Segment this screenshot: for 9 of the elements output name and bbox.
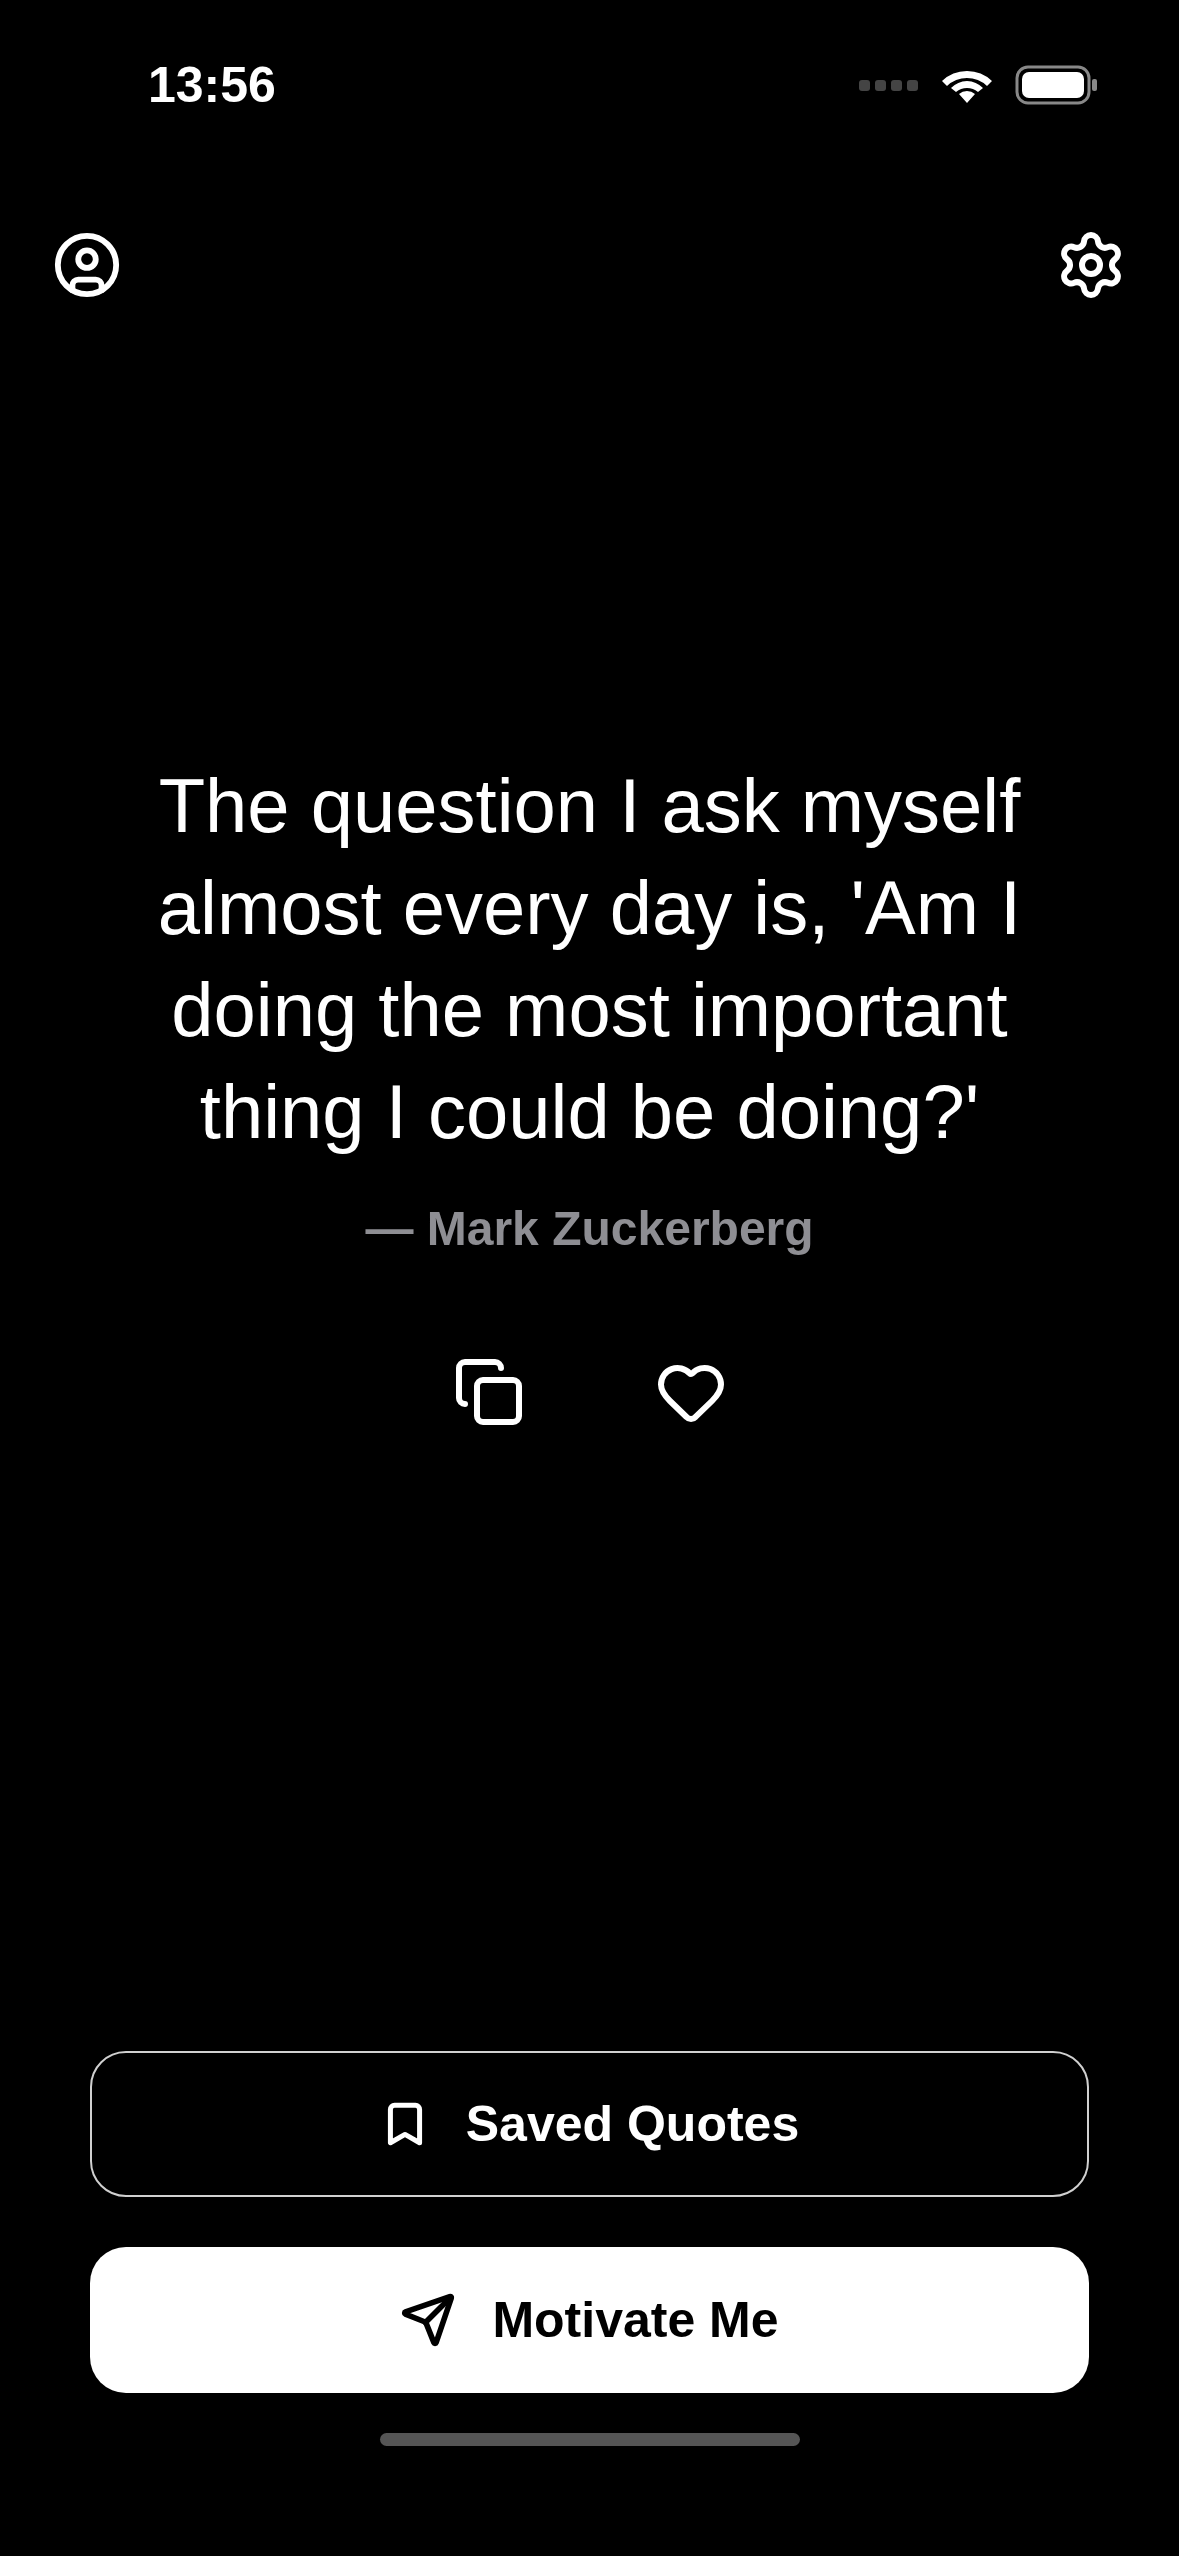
- profile-button[interactable]: [52, 230, 122, 300]
- status-time: 13:56: [148, 56, 276, 114]
- send-icon: [400, 2292, 457, 2348]
- saved-quotes-button[interactable]: Saved Quotes: [90, 2051, 1089, 2197]
- battery-icon: [1015, 65, 1099, 105]
- quote-text: The question I ask myself almost every day is, 'Am I doing the most important thing I could be doing?': [156, 762, 1023, 1156]
- motivate-button[interactable]: Motivate Me: [90, 2247, 1089, 2393]
- signal-icon: [859, 78, 919, 92]
- quote-author: — Mark Zuckerberg: [365, 1201, 814, 1256]
